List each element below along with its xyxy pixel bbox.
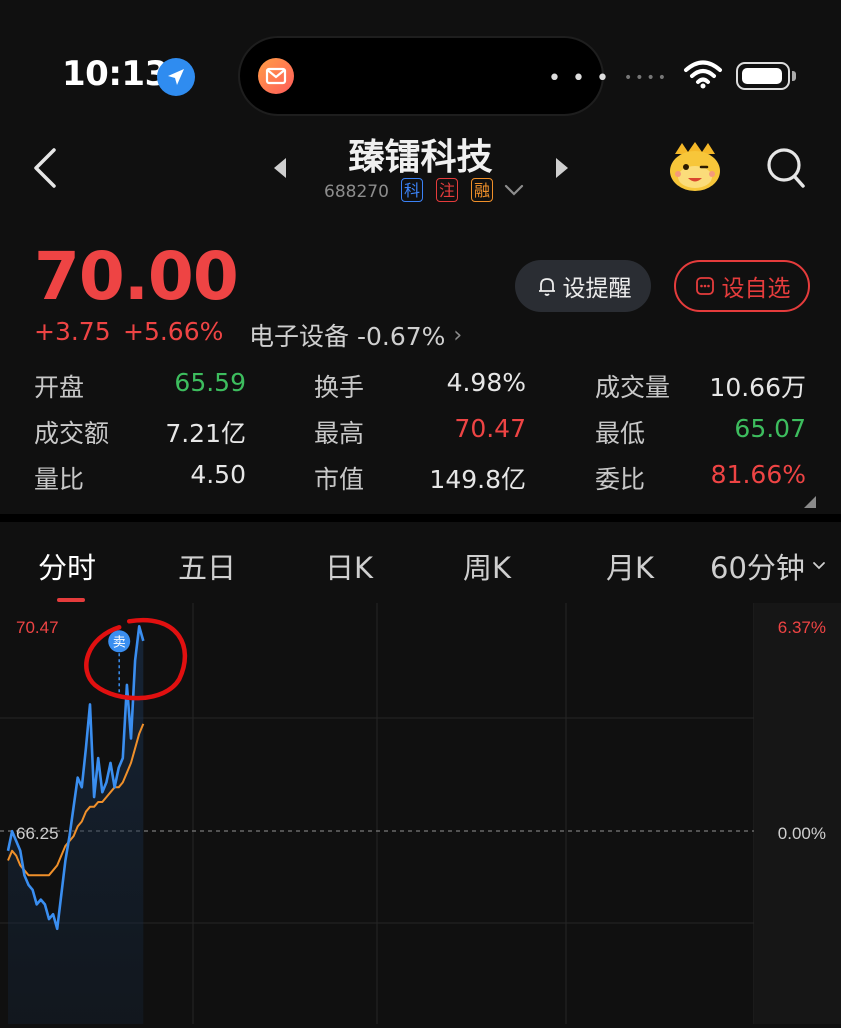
tag-star-market: 科 — [401, 178, 423, 202]
stat-value-open: 65.59 — [174, 368, 246, 397]
stat-label-low: 最低 — [595, 419, 646, 448]
tab-60-minute[interactable]: 60分钟 — [710, 545, 827, 587]
stock-code: 688270 — [324, 182, 389, 202]
intraday-chart[interactable]: 卖 70.47 66.25 6.37% 0.00% — [0, 603, 841, 1024]
watchlist-icon — [695, 277, 714, 295]
current-price: 70.00 — [34, 238, 239, 315]
stat-value-turnover: 4.98% — [446, 368, 526, 397]
intraday-chart-svg: 卖 70.47 66.25 6.37% 0.00% — [0, 603, 841, 1024]
stat-value-market-cap: 149.8亿 — [429, 465, 526, 494]
tab-intraday[interactable]: 分时 — [38, 545, 96, 587]
cellular-signal-icon: •••• — [624, 70, 670, 86]
stat-label-turnover: 换手 — [314, 373, 365, 402]
mascot-icon[interactable] — [666, 140, 724, 198]
tag-dropdown[interactable] — [503, 182, 525, 202]
stat-value-low: 65.07 — [734, 414, 806, 443]
y-prev-close-label: 66.25 — [16, 824, 59, 843]
search-button[interactable] — [765, 146, 807, 194]
status-time: 10:13 — [62, 54, 168, 94]
stat-value-amount: 7.21亿 — [165, 419, 246, 448]
add-watchlist-label: 设自选 — [721, 276, 791, 302]
stat-label-order-ratio: 委比 — [595, 465, 646, 494]
mail-app-icon[interactable] — [258, 58, 294, 94]
chevron-right-icon: › — [453, 322, 463, 348]
chevron-down-icon — [813, 562, 825, 570]
stat-value-high: 70.47 — [454, 414, 526, 443]
stat-value-volume-ratio: 4.50 — [190, 460, 246, 489]
tag-registration: 注 — [436, 178, 458, 202]
stat-label-volume-ratio: 量比 — [34, 465, 85, 494]
tab-daily-k[interactable]: 日K — [325, 545, 373, 587]
next-stock-button[interactable] — [552, 156, 572, 184]
price-change: +3.75 — [34, 317, 111, 346]
search-icon — [767, 148, 805, 188]
ellipsis-icon[interactable]: • • • — [548, 66, 611, 91]
tag-margin-trading: 融 — [471, 178, 493, 202]
wifi-icon — [683, 58, 723, 94]
battery-level — [742, 68, 782, 84]
stat-label-market-cap: 市值 — [314, 465, 365, 494]
tab-60-minute-label: 60分钟 — [710, 551, 805, 585]
location-arrow-icon — [157, 58, 195, 96]
section-divider — [0, 514, 841, 522]
chevron-down-icon — [504, 184, 524, 196]
stat-value-order-ratio: 81.66% — [710, 460, 806, 489]
set-alert-button[interactable]: 设提醒 — [515, 260, 651, 312]
stat-value-volume: 10.66万 — [709, 373, 806, 402]
stat-label-open: 开盘 — [34, 373, 85, 402]
stat-label-volume: 成交量 — [595, 373, 671, 402]
set-alert-label: 设提醒 — [562, 276, 632, 302]
tab-five-day[interactable]: 五日 — [178, 545, 236, 587]
y-max-label: 70.47 — [16, 618, 59, 637]
tab-monthly-k[interactable]: 月K — [606, 545, 654, 587]
sector-change: 电子设备 -0.67% — [249, 322, 446, 351]
tab-weekly-k[interactable]: 周K — [463, 545, 511, 587]
active-tab-indicator — [57, 598, 85, 602]
triangle-right-icon — [556, 158, 568, 178]
right-axis-panel — [754, 603, 841, 1024]
pct-zero-label: 0.00% — [778, 824, 826, 843]
price-change-percent: +5.66% — [123, 317, 224, 346]
battery-cap — [792, 71, 796, 81]
stat-label-high: 最高 — [314, 419, 365, 448]
add-watchlist-button[interactable]: 设自选 — [674, 260, 810, 312]
expand-corner-icon[interactable] — [804, 496, 816, 508]
pct-max-label: 6.37% — [778, 618, 826, 637]
bell-icon — [538, 278, 555, 296]
sector-link[interactable]: 电子设备 -0.67% › — [249, 317, 462, 353]
sell-marker-label: 卖 — [113, 635, 126, 650]
